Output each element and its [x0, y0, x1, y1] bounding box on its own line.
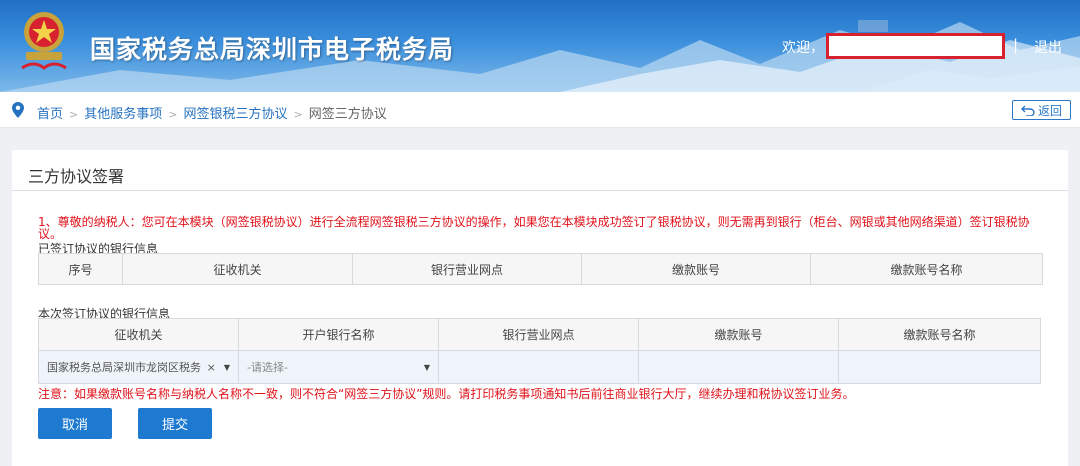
breadcrumb-separator: >	[293, 108, 303, 121]
bank-name-select[interactable]: -请选择- ▼	[238, 350, 439, 384]
location-pin-icon	[12, 102, 24, 118]
account-number-cell[interactable]	[638, 350, 839, 384]
column-header: 开户银行名称	[238, 318, 439, 351]
column-header: 征收机关	[38, 318, 239, 351]
column-header: 缴款账号	[581, 253, 811, 285]
site-header: 国家税务总局深圳市电子税务局 欢迎， | 退出	[0, 0, 1080, 92]
submit-button[interactable]: 提交	[138, 408, 212, 439]
cancel-button[interactable]: 取消	[38, 408, 112, 439]
breadcrumb: 首页 > 其他服务事项 > 网签银税三方协议 > 网签三方协议	[0, 92, 1080, 128]
table-row: 国家税务总局深圳市龙岗区税务 × ▼ -请选择- ▼	[38, 350, 1041, 384]
tax-office-value: 国家税务总局深圳市龙岗区税务	[47, 361, 201, 374]
column-header: 银行营业网点	[352, 253, 582, 285]
table-header-row: 征收机关 开户银行名称 银行营业网点 缴款账号 缴款账号名称	[38, 318, 1041, 351]
panel-divider	[12, 190, 1068, 191]
column-header: 序号	[38, 253, 123, 285]
current-bank-table: 征收机关 开户银行名称 银行营业网点 缴款账号 缴款账号名称 国家税务总局深圳市…	[38, 318, 1041, 384]
breadcrumb-separator: >	[69, 108, 79, 121]
welcome-text: 欢迎，	[782, 40, 824, 56]
national-tax-emblem-icon	[21, 12, 67, 70]
panel-title: 三方协议签署	[28, 167, 125, 186]
site-title: 国家税务总局深圳市电子税务局	[90, 35, 455, 64]
column-header: 缴款账号名称	[810, 253, 1043, 285]
return-arrow-icon	[1020, 105, 1035, 116]
tax-office-select[interactable]: 国家税务总局深圳市龙岗区税务 × ▼	[38, 350, 239, 384]
column-header: 银行营业网点	[438, 318, 639, 351]
signed-bank-table: 序号 征收机关 银行营业网点 缴款账号 缴款账号名称	[38, 253, 1043, 285]
account-name-cell[interactable]	[838, 350, 1041, 384]
warning-text: 注意：如果缴款账号名称与纳税人名称不一致，则不符合“网签三方协议”规则。请打印税…	[38, 387, 855, 401]
header-separator: |	[1013, 36, 1019, 54]
breadcrumb-tripartite-agreement[interactable]: 网签银税三方协议	[183, 107, 287, 122]
table-header-row: 序号 征收机关 银行营业网点 缴款账号 缴款账号名称	[38, 253, 1043, 285]
logout-link[interactable]: 退出	[1034, 37, 1062, 57]
back-button-label: 返回	[1037, 103, 1062, 118]
breadcrumb-current: 网签三方协议	[308, 107, 387, 122]
close-icon[interactable]: ×	[207, 361, 216, 374]
notice-text: 1、尊敬的纳税人：您可在本模块（网签银税协议）进行全流程网签银税三方协议的操作，…	[38, 215, 1030, 241]
chevron-down-icon[interactable]: ▼	[224, 363, 230, 372]
user-name-field	[826, 33, 1005, 59]
back-button[interactable]: 返回	[1012, 100, 1071, 120]
breadcrumb-separator: >	[168, 108, 178, 121]
column-header: 缴款账号	[638, 318, 839, 351]
breadcrumb-home[interactable]: 首页	[37, 107, 63, 122]
breadcrumb-other-services[interactable]: 其他服务事项	[84, 107, 162, 122]
column-header: 征收机关	[122, 253, 353, 285]
chevron-down-icon[interactable]: ▼	[424, 363, 430, 372]
bank-name-placeholder: -请选择-	[247, 361, 288, 374]
column-header: 缴款账号名称	[838, 318, 1041, 351]
bank-branch-cell[interactable]	[438, 350, 639, 384]
